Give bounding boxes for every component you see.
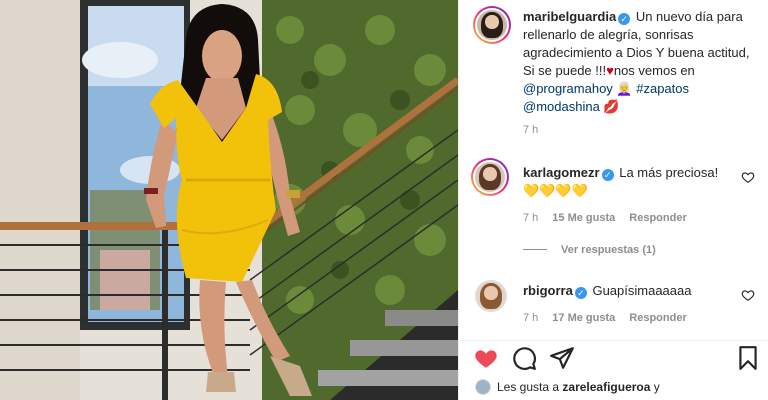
post-caption: maribelguardia ✓ Un nuevo día para rellen… (523, 8, 759, 116)
hashtag-link[interactable]: #zapatos (636, 81, 689, 96)
liker-avatar[interactable] (475, 379, 491, 395)
likes-suffix: y (653, 380, 660, 394)
comment-text: Guapísimaaaaaa (592, 283, 692, 298)
comment-like-heart-icon[interactable] (741, 288, 755, 302)
view-replies-button[interactable]: Ver respuestas (1) (523, 244, 656, 256)
view-replies-label: Ver respuestas (1) (561, 244, 656, 256)
comment-emoji-line: 💛💛💛💛 (523, 183, 588, 198)
comment-body: rbigorra ✓ Guapísimaaaaaa (523, 282, 733, 300)
commenter-avatar[interactable] (471, 158, 509, 196)
post-photo[interactable] (0, 0, 458, 400)
comment-username[interactable]: karlagomezr (523, 165, 600, 180)
lips-emoji-icon: 💋 (603, 99, 620, 114)
comment-meta: 7 h 15 Me gusta Responder (523, 212, 687, 224)
heart-icon[interactable] (473, 345, 499, 371)
comment-meta: 7 h 17 Me gusta Responder (523, 312, 687, 324)
comment-like-heart-icon[interactable] (741, 170, 755, 184)
liker-username[interactable]: zareleafigueroa (562, 380, 650, 394)
comment-icon[interactable] (511, 345, 537, 371)
comment-likes-count[interactable]: 17 Me gusta (552, 312, 615, 324)
mention-link-2[interactable]: @modashina (523, 99, 600, 114)
bookmark-icon[interactable] (735, 345, 761, 371)
verified-badge-icon: ✓ (574, 287, 587, 299)
likes-prefix: Les gusta a (497, 380, 560, 394)
reply-button[interactable]: Responder (629, 312, 686, 324)
reply-button[interactable]: Responder (629, 212, 686, 224)
share-icon[interactable] (549, 345, 575, 371)
emoji-icon: 👩‍🦳 (616, 81, 633, 96)
post-side-panel: maribelguardia ✓ Un nuevo día para rellen… (458, 0, 768, 400)
likes-summary: Les gusta a zareleafigueroa y (475, 379, 660, 395)
verified-badge-icon: ✓ (601, 169, 614, 181)
caption-timestamp: 7 h (523, 124, 539, 136)
post-actions-bar: Les gusta a zareleafigueroa y (459, 340, 768, 400)
comment-username[interactable]: rbigorra (523, 283, 573, 298)
commenter-avatar[interactable] (475, 280, 507, 312)
replies-divider (523, 249, 547, 250)
comment-time: 7 h (523, 312, 539, 324)
comment-likes-count[interactable]: 15 Me gusta (552, 212, 615, 224)
caption-text-2: nos vemos en (613, 63, 695, 78)
comment-text: La más preciosa! (619, 165, 719, 180)
mention-link[interactable]: @programahoy (523, 81, 613, 96)
author-username[interactable]: maribelguardia (523, 9, 616, 24)
verified-badge-icon: ✓ (618, 13, 631, 25)
comment-body: karlagomezr ✓ La más preciosa! 💛💛💛💛 (523, 164, 733, 200)
comment-time: 7 h (523, 212, 539, 224)
author-avatar[interactable] (473, 6, 511, 44)
red-heart-emoji-icon: ♥ (606, 63, 614, 78)
post-image (0, 0, 458, 400)
